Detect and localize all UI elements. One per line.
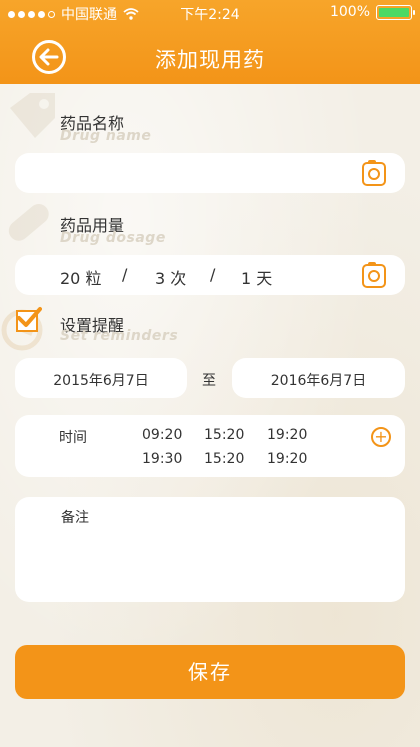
time-slot[interactable]: 09:20 (142, 427, 182, 443)
status-bar: 中国联通 下午2:24 100% (0, 0, 420, 24)
note-label: 备注 (61, 510, 89, 526)
dosage-separator-1: / (122, 265, 128, 284)
tag-decor-icon (10, 93, 55, 138)
dosage-field[interactable]: 20 粒 / 3 次 / 1 天 (15, 255, 405, 295)
time-slot[interactable]: 19:30 (142, 451, 182, 467)
camera-icon[interactable] (362, 262, 386, 288)
start-date-field[interactable]: 2015年6月7日 (15, 358, 187, 398)
camera-icon[interactable] (362, 160, 386, 186)
status-right: 100% (329, 4, 415, 20)
end-date-value: 2016年6月7日 (270, 373, 367, 389)
dosage-label-en: Drug dosage (60, 230, 166, 246)
time-slot[interactable]: 19:20 (267, 451, 307, 467)
battery-icon (376, 4, 415, 20)
dosage-times: 3 次 (155, 269, 187, 288)
note-field[interactable]: 备注 (15, 497, 405, 602)
time-slot[interactable]: 19:20 (267, 427, 307, 443)
time-label: 时间 (59, 430, 87, 446)
dosage-separator-2: / (210, 265, 216, 284)
header-bar: 中国联通 下午2:24 100% 添加现用药 (0, 0, 420, 84)
time-slot[interactable]: 15:20 (204, 451, 244, 467)
dosage-amount: 20 粒 (60, 269, 102, 288)
drug-name-label-en: Drug name (60, 128, 152, 144)
date-range-to: 至 (202, 373, 216, 389)
check-icon (17, 307, 42, 327)
save-button[interactable]: 保存 (15, 645, 405, 699)
time-slot[interactable]: 15:20 (204, 427, 244, 443)
reminder-label-en: Set reminders (60, 328, 179, 344)
add-time-plus-icon[interactable]: + (371, 427, 391, 447)
page-title: 添加现用药 (155, 48, 265, 72)
battery-percent: 100% (329, 4, 370, 20)
pill-decor-icon (8, 204, 49, 241)
time-field[interactable]: 时间 09:20 15:20 19:20 19:30 15:20 19:20 + (15, 415, 405, 477)
drug-name-field[interactable] (15, 153, 405, 193)
start-date-value: 2015年6月7日 (53, 373, 149, 389)
dosage-days: 1 天 (241, 269, 273, 288)
reminder-checkbox[interactable] (16, 307, 42, 332)
end-date-field[interactable]: 2016年6月7日 (232, 358, 405, 398)
